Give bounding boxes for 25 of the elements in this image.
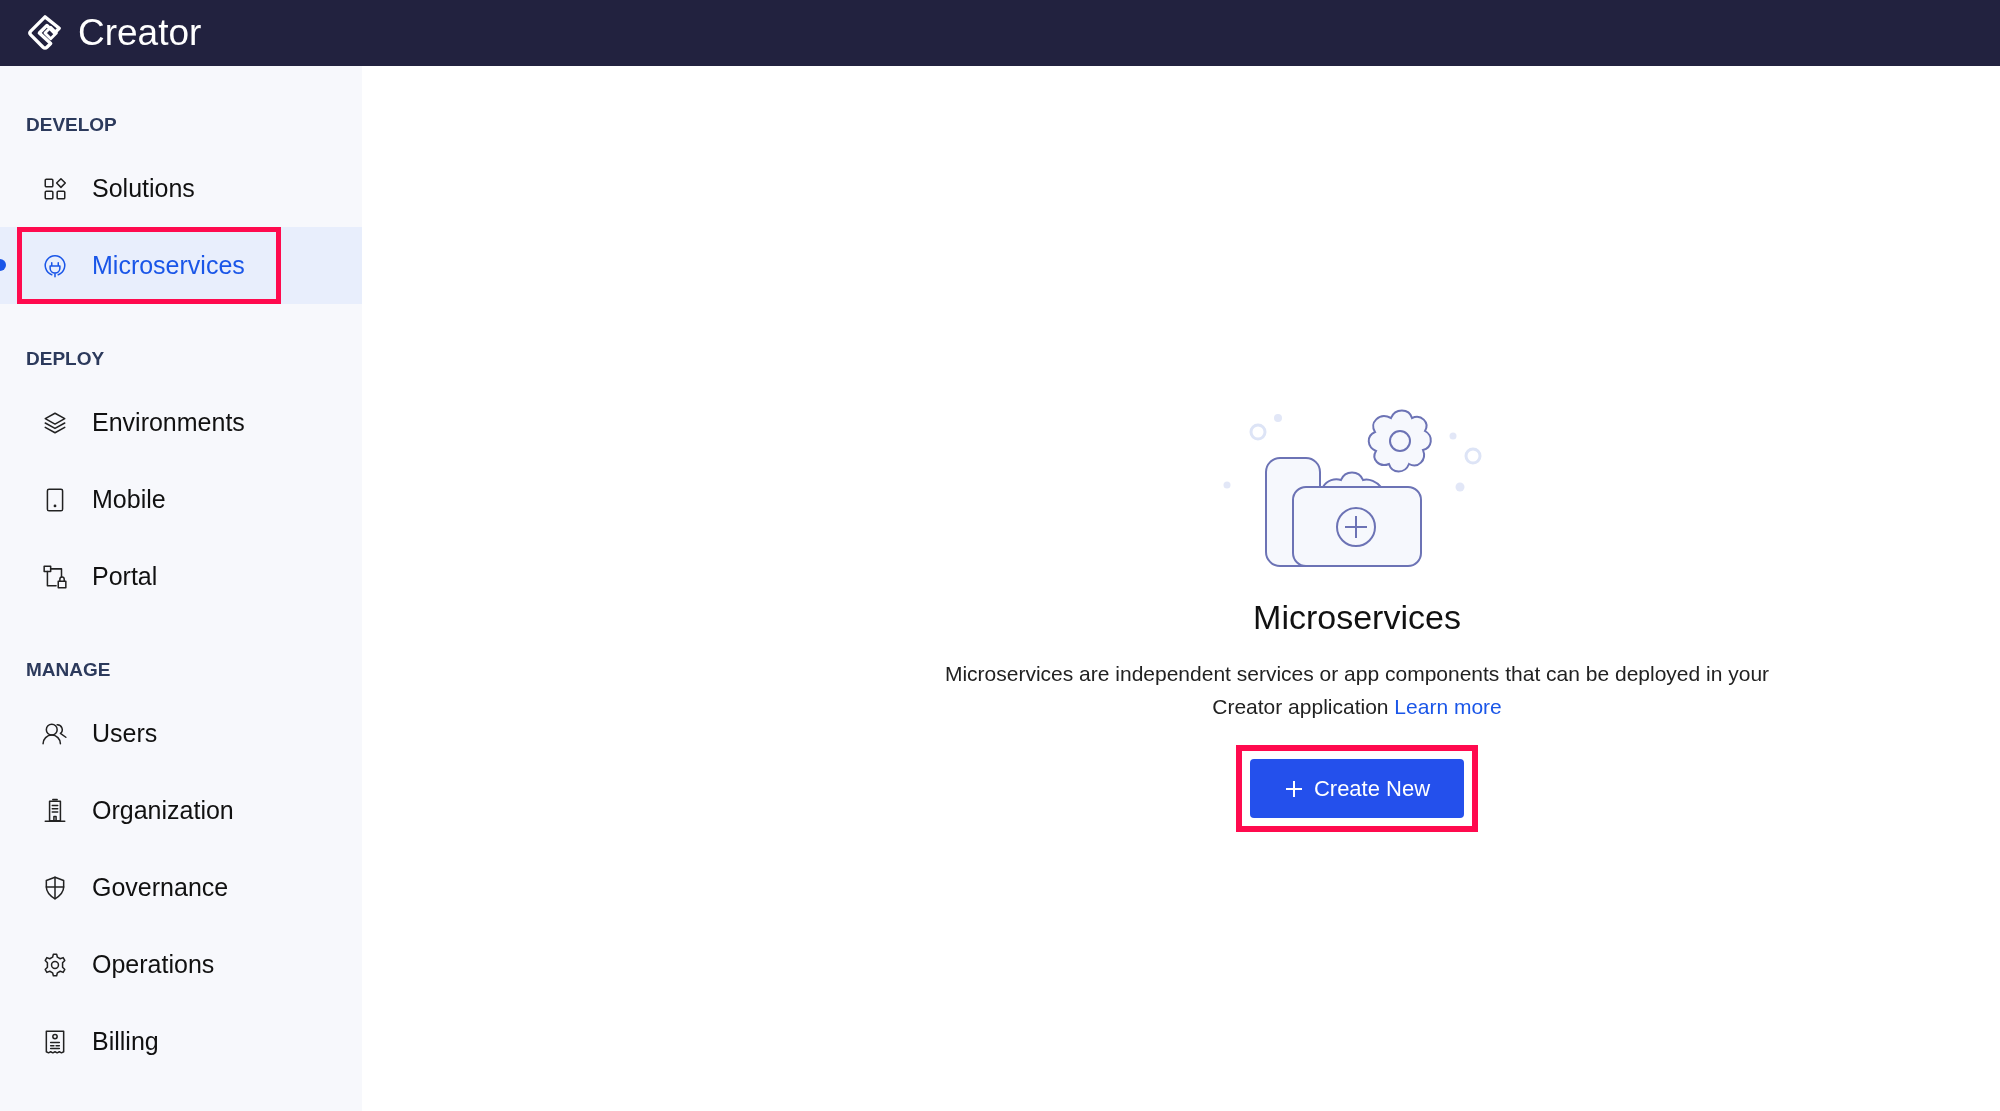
app-title: Creator: [78, 12, 202, 54]
logo-icon: [26, 14, 64, 52]
nav-item[interactable]: Operations: [0, 926, 362, 1003]
plus-icon: [1283, 778, 1304, 799]
nav-item[interactable]: Organization: [0, 772, 362, 849]
portal-icon: [42, 563, 68, 590]
create-new-button[interactable]: Create New: [1249, 759, 1465, 818]
building-icon: [42, 797, 68, 824]
learn-more-link[interactable]: Learn more: [1394, 695, 1502, 718]
empty-state-title: Microservices: [1253, 598, 1461, 637]
section-heading: DEPLOY: [25, 347, 106, 371]
nav-item[interactable]: Solutions: [0, 150, 362, 227]
nav-item[interactable]: Environments: [0, 384, 362, 461]
nav-item[interactable]: Microservices: [0, 227, 362, 304]
section-heading: DEVELOP: [25, 113, 118, 137]
section-heading: MANAGE: [25, 658, 112, 682]
empty-state-description: Microservices are independent services or app components that can be deployed in your Creator application Learn more: [943, 661, 1771, 720]
settings-icon: [42, 951, 68, 978]
grid-icon: [42, 175, 68, 202]
nav-item[interactable]: Users: [0, 695, 362, 772]
nav-item[interactable]: Portal: [0, 538, 362, 615]
nav-item[interactable]: Billing: [0, 1003, 362, 1080]
nav-item[interactable]: Mobile: [0, 461, 362, 538]
nav-item[interactable]: Governance: [0, 849, 362, 926]
plug-icon: [42, 252, 68, 279]
